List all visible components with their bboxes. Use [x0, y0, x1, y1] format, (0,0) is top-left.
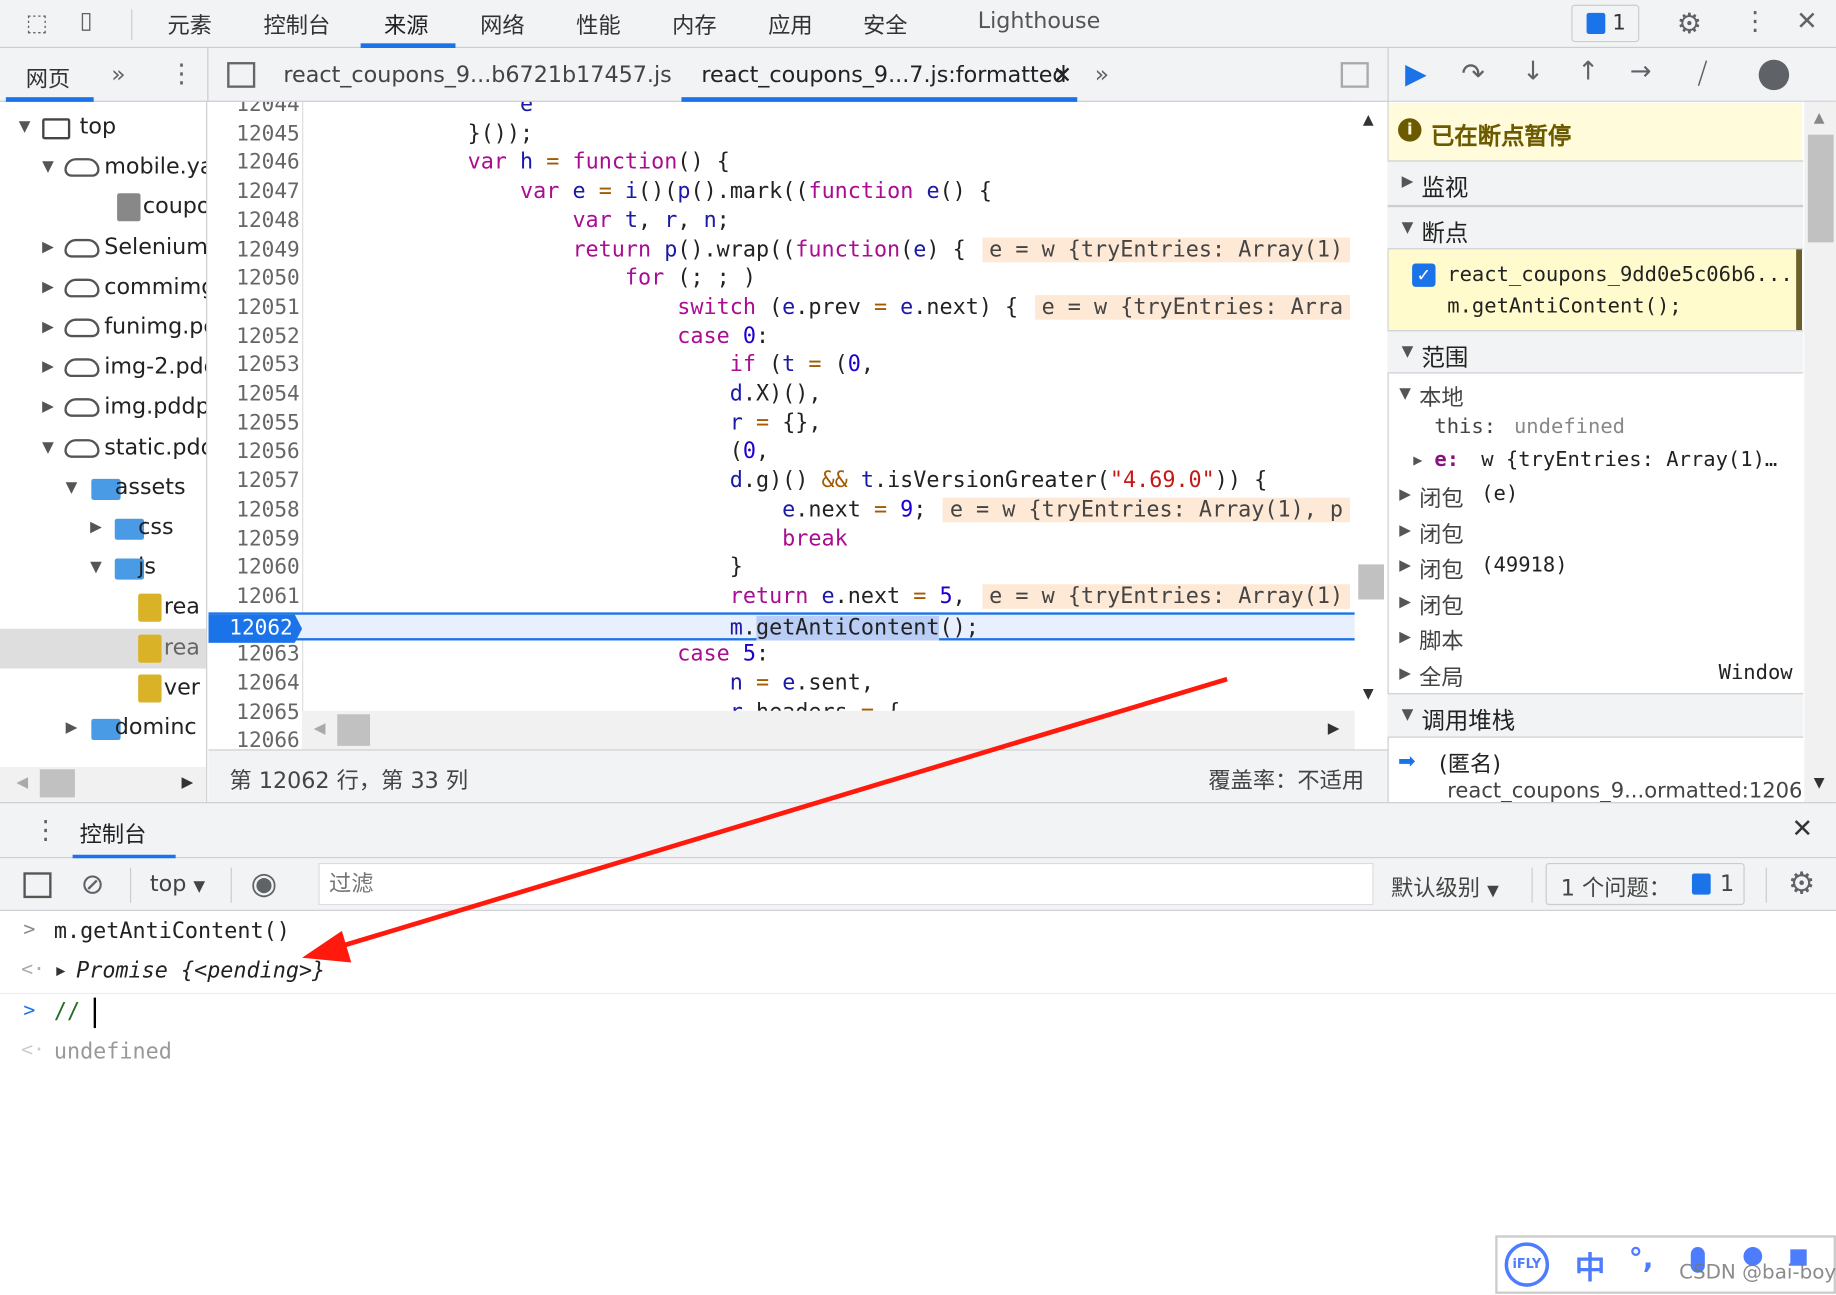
devtools-window: ⬚ ▯ 元素 控制台 来源 网络 性能 内存 应用 安全 Lighthouse 1 ⚙ ⋮ ✕ …: [0, 0, 1836, 1295]
arrow-head: [302, 930, 352, 963]
annotation-arrow: [302, 676, 1228, 963]
arrow-line: [333, 676, 1228, 951]
